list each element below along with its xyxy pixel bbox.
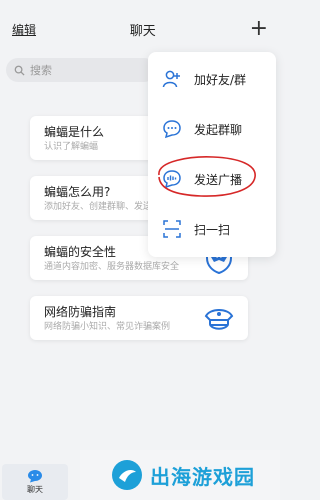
watermark-logo: 出海游戏园 [80,450,280,500]
add-button[interactable]: + [250,18,268,40]
menu-item-label: 发起群聊 [194,122,243,137]
red-circle-annotation [158,156,256,197]
menu-item-label: 加好友/群 [194,72,247,87]
edit-button[interactable]: 编辑 [12,21,36,38]
menu-item-group-chat[interactable]: 发起群聊 [148,104,276,154]
search-input[interactable]: 搜索 [6,58,156,82]
page-title: 聊天 [129,23,156,39]
tab-label: 聊天 [27,485,43,494]
watermark-emblem-icon [112,460,142,490]
menu-item-scan[interactable]: 扫一扫 [148,204,276,254]
header-bar: 编辑 聊天 + [0,0,280,58]
scan-icon [163,220,181,238]
guide-card-antifraud[interactable]: 网络防骗指南 网络防骗小知识、常见诈骗案例 [30,296,248,340]
card-subtitle: 通道内容加密、服务器数据库安全 [44,262,180,272]
police-cap-icon [204,309,234,330]
card-subtitle: 网络防骗小知识、常见诈骗案例 [44,322,171,332]
search-icon [14,65,25,76]
search-placeholder: 搜索 [30,64,52,77]
watermark-text: 出海游戏园 [150,464,255,489]
add-friend-icon [162,70,180,88]
tab-chat[interactable]: 聊天 [2,464,68,500]
group-chat-icon [163,120,181,139]
chat-bubble-icon [28,470,42,483]
menu-item-add-friend[interactable]: 加好友/群 [148,54,276,104]
menu-item-label: 扫一扫 [194,222,231,237]
